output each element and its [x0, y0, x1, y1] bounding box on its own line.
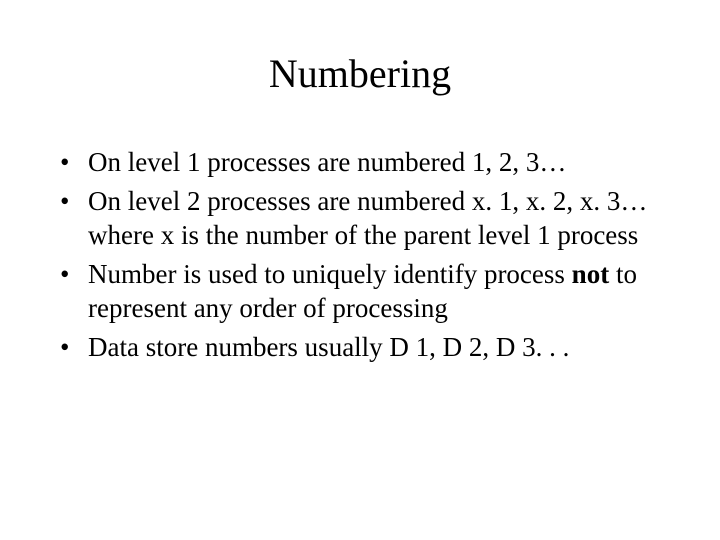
- list-item: Number is used to uniquely identify proc…: [60, 257, 660, 326]
- list-item: On level 1 processes are numbered 1, 2, …: [60, 145, 660, 180]
- bullet-text-pre: Number is used to uniquely identify proc…: [88, 259, 572, 289]
- bullet-list: On level 1 processes are numbered 1, 2, …: [60, 145, 660, 364]
- bullet-text: Data store numbers usually D 1, D 2, D 3…: [88, 332, 569, 362]
- list-item: Data store numbers usually D 1, D 2, D 3…: [60, 330, 660, 365]
- bullet-text: On level 1 processes are numbered 1, 2, …: [88, 147, 566, 177]
- bullet-text: On level 2 processes are numbered x. 1, …: [88, 186, 647, 251]
- slide-title: Numbering: [60, 50, 660, 97]
- list-item: On level 2 processes are numbered x. 1, …: [60, 184, 660, 253]
- bullet-text-bold: not: [572, 259, 610, 289]
- slide: Numbering On level 1 processes are numbe…: [0, 0, 720, 540]
